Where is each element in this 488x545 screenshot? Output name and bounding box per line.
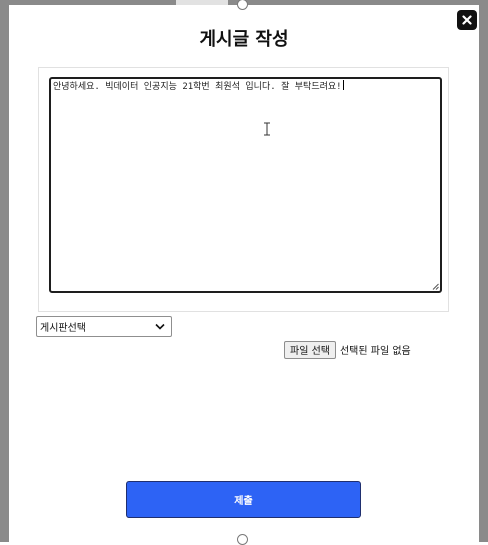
post-content-text: 안녕하세요. 빅데이터 인공지능 21학번 최원석 입니다. 잘 부탁드려요! — [53, 82, 342, 92]
modal-title: 게시글 작성 — [199, 29, 289, 50]
resize-handle-top[interactable] — [237, 0, 248, 10]
backdrop-right — [479, 0, 488, 542]
ibeam-cursor-icon — [264, 122, 270, 136]
top-notch — [176, 0, 228, 5]
close-button[interactable] — [457, 10, 477, 30]
backdrop-left — [0, 0, 9, 542]
text-caret — [342, 80, 344, 90]
resize-grip-icon[interactable] — [432, 283, 439, 290]
close-icon — [462, 15, 472, 25]
file-status-text: 선택된 파일 없음 — [339, 346, 411, 357]
submit-button[interactable]: 제출 — [126, 481, 361, 518]
chevron-down-icon — [155, 323, 165, 330]
post-content-textarea[interactable]: 안녕하세요. 빅데이터 인공지능 21학번 최원석 입니다. 잘 부탁드려요! — [49, 77, 442, 293]
board-select-value: 게시판선택 — [40, 323, 86, 334]
board-select[interactable]: 게시판선택 — [36, 316, 172, 337]
file-input: 파일 선택 선택된 파일 없음 — [284, 340, 411, 359]
resize-handle-bottom[interactable] — [237, 534, 248, 545]
file-select-button[interactable]: 파일 선택 — [284, 340, 336, 359]
